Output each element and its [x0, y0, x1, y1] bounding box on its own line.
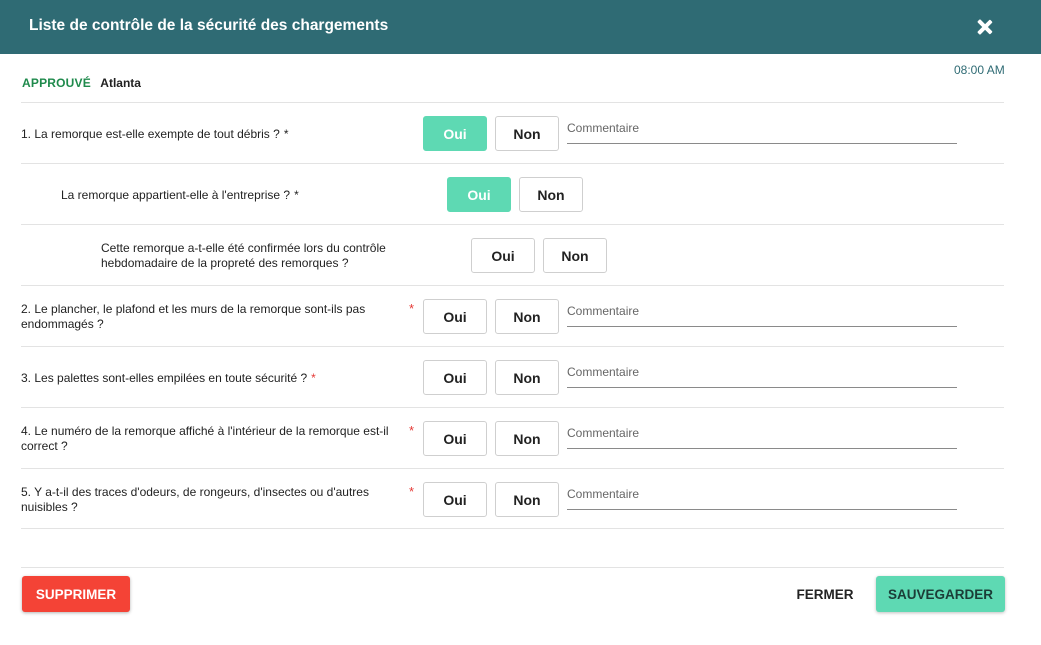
- question-row: 2. Le plancher, le plafond et les murs d…: [21, 285, 1004, 346]
- question-row: La remorque appartient-elle à l'entrepri…: [21, 163, 1004, 224]
- close-icon[interactable]: [972, 14, 998, 40]
- comment-field[interactable]: [567, 361, 957, 388]
- no-button[interactable]: Non: [543, 238, 607, 273]
- no-button[interactable]: Non: [495, 421, 559, 456]
- question-text: La remorque appartient-elle à l'entrepri…: [61, 188, 299, 202]
- status-line: APPROUVÉ Atlanta: [22, 76, 141, 90]
- dialog-header: Liste de contrôle de la sécurité des cha…: [0, 0, 1041, 54]
- save-button[interactable]: SAUVEGARDER: [876, 576, 1005, 612]
- yes-button[interactable]: Oui: [423, 116, 487, 151]
- comment-input[interactable]: [567, 117, 957, 135]
- question-text: Cette remorque a-t-elle été confirmée lo…: [101, 241, 386, 270]
- question-text: 4. Le numéro de la remorque affiché à l'…: [21, 424, 389, 453]
- comment-input[interactable]: [567, 361, 957, 379]
- question-row: 4. Le numéro de la remorque affiché à l'…: [21, 407, 1004, 468]
- yes-button[interactable]: Oui: [423, 482, 487, 517]
- question-text: 3. Les palettes sont-elles empilées en t…: [21, 371, 316, 385]
- required-star: *: [409, 484, 415, 499]
- comment-input[interactable]: [567, 422, 957, 440]
- location-label: Atlanta: [100, 76, 141, 90]
- comment-input[interactable]: [567, 300, 957, 318]
- required-star: *: [409, 301, 415, 316]
- question-text: 2. Le plancher, le plafond et les murs d…: [21, 302, 366, 331]
- comment-field[interactable]: [567, 483, 957, 510]
- no-button[interactable]: Non: [495, 360, 559, 395]
- yes-button[interactable]: Oui: [423, 299, 487, 334]
- no-button[interactable]: Non: [519, 177, 583, 212]
- no-button[interactable]: Non: [495, 116, 559, 151]
- yes-button[interactable]: Oui: [423, 421, 487, 456]
- yes-button[interactable]: Oui: [423, 360, 487, 395]
- comment-field[interactable]: [567, 300, 957, 327]
- close-button[interactable]: FERMER: [790, 576, 860, 612]
- delete-button[interactable]: SUPPRIMER: [22, 576, 130, 612]
- question-row: 5. Y a-t-il des traces d'odeurs, de rong…: [21, 468, 1004, 529]
- question-row: Cette remorque a-t-elle été confirmée lo…: [21, 224, 1004, 285]
- question-row: 1. La remorque est-elle exempte de tout …: [21, 102, 1004, 163]
- required-star: *: [409, 423, 415, 438]
- comment-input[interactable]: [567, 483, 957, 501]
- comment-field[interactable]: [567, 422, 957, 449]
- dialog-title: Liste de contrôle de la sécurité des cha…: [29, 17, 389, 34]
- yes-button[interactable]: Oui: [447, 177, 511, 212]
- yes-button[interactable]: Oui: [471, 238, 535, 273]
- no-button[interactable]: Non: [495, 482, 559, 517]
- time-label: 08:00 AM: [954, 63, 1005, 77]
- no-button[interactable]: Non: [495, 299, 559, 334]
- footer-divider: [21, 567, 1004, 568]
- question-row: 3. Les palettes sont-elles empilées en t…: [21, 346, 1004, 407]
- comment-field[interactable]: [567, 117, 957, 144]
- question-text: 5. Y a-t-il des traces d'odeurs, de rong…: [21, 485, 369, 514]
- question-text: 1. La remorque est-elle exempte de tout …: [21, 127, 289, 141]
- status-badge: APPROUVÉ: [22, 76, 91, 90]
